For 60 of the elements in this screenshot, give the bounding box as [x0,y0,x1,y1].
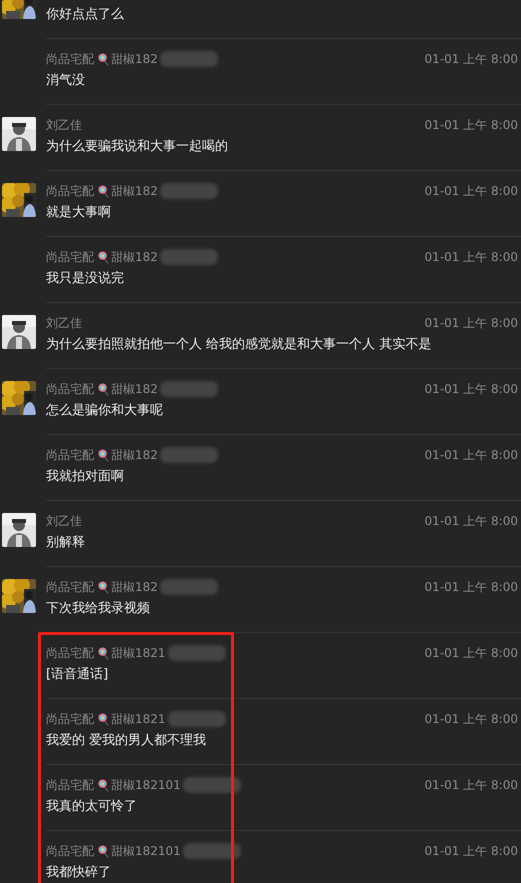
message-time: 01-01 上午 8:00 [424,116,518,134]
sender-handle: 甜椒182 [111,50,158,68]
sender-name: 尚品宅配 [46,710,94,728]
sender-handle: 甜椒182 [111,182,158,200]
message-text: 我爱的 爱我的男人都不理我 [46,732,208,750]
sender-handle: 甜椒1821 [111,710,166,728]
sender-name: 尚品宅配 [46,842,94,860]
sender-name: 刘乙佳 [46,512,82,530]
message-text: 消气没 [46,72,86,90]
lollipop-icon [98,580,109,594]
lollipop-icon [98,712,109,726]
sender-name: 尚品宅配 [46,776,94,794]
lollipop-icon [98,52,109,66]
sender-name: 尚品宅配 [46,578,94,596]
message-text: 下次我给我录视频 [46,600,151,618]
message-text: 怎么是骗你和大事呢 [46,402,164,420]
message-time: 01-01 上午 8:00 [424,182,518,200]
message-text: 就是大事啊 [46,204,112,222]
message-text: 我就拍对面啊 [46,468,125,486]
message-text: 为什么要拍照就拍他一个人 给我的感觉就是和大事一个人 其实不是 [46,336,432,354]
sender-handle: 甜椒182101 [111,776,181,794]
message-text: 我都快碎了 [46,864,112,882]
message-time: 01-01 上午 8:00 [424,50,518,68]
message-time: 01-01 上午 8:00 [424,842,518,860]
lollipop-icon [98,844,109,858]
sender-name: 刘乙佳 [46,116,82,134]
sender-handle: 甜椒182101 [111,842,181,860]
message-time: 01-01 上午 8:00 [424,314,518,332]
message-text: [语音通话] [46,666,110,684]
message-time: 01-01 上午 8:00 [424,710,518,728]
message-time: 01-01 上午 8:00 [424,512,518,530]
sender-handle: 甜椒182 [111,380,158,398]
message-time: 01-01 上午 8:00 [424,644,518,662]
lollipop-icon [98,250,109,264]
message-time: 01-01 上午 8:00 [424,776,518,794]
sender-handle: 甜椒1821 [111,644,166,662]
message-time: 01-01 上午 8:00 [424,446,518,464]
sender-name: 尚品宅配 [46,380,94,398]
lollipop-icon [98,184,109,198]
sender-name: 尚品宅配 [46,182,94,200]
sender-name: 尚品宅配 [46,446,94,464]
sender-handle: 甜椒182 [111,446,158,464]
lollipop-icon [98,382,109,396]
lollipop-icon [98,646,109,660]
sender-handle: 甜椒182 [111,578,158,596]
sender-name: 尚品宅配 [46,644,94,662]
lollipop-icon [98,778,109,792]
message-text: 我真的太可怜了 [46,798,138,816]
sender-name: 刘乙佳 [46,314,82,332]
message-text: 别解释 [46,534,86,552]
message-time: 01-01 上午 8:00 [424,248,518,266]
message-time: 01-01 上午 8:00 [424,578,518,596]
sender-name: 尚品宅配 [46,50,94,68]
message-text: 为什么要骗我说和大事一起喝的 [46,138,229,156]
message-text: 你好点点了么 [46,6,125,24]
message-time: 01-01 上午 8:00 [424,380,518,398]
sender-name: 尚品宅配 [46,248,94,266]
lollipop-icon [98,448,109,462]
sender-handle: 甜椒182 [111,248,158,266]
message-text: 我只是没说完 [46,270,125,288]
